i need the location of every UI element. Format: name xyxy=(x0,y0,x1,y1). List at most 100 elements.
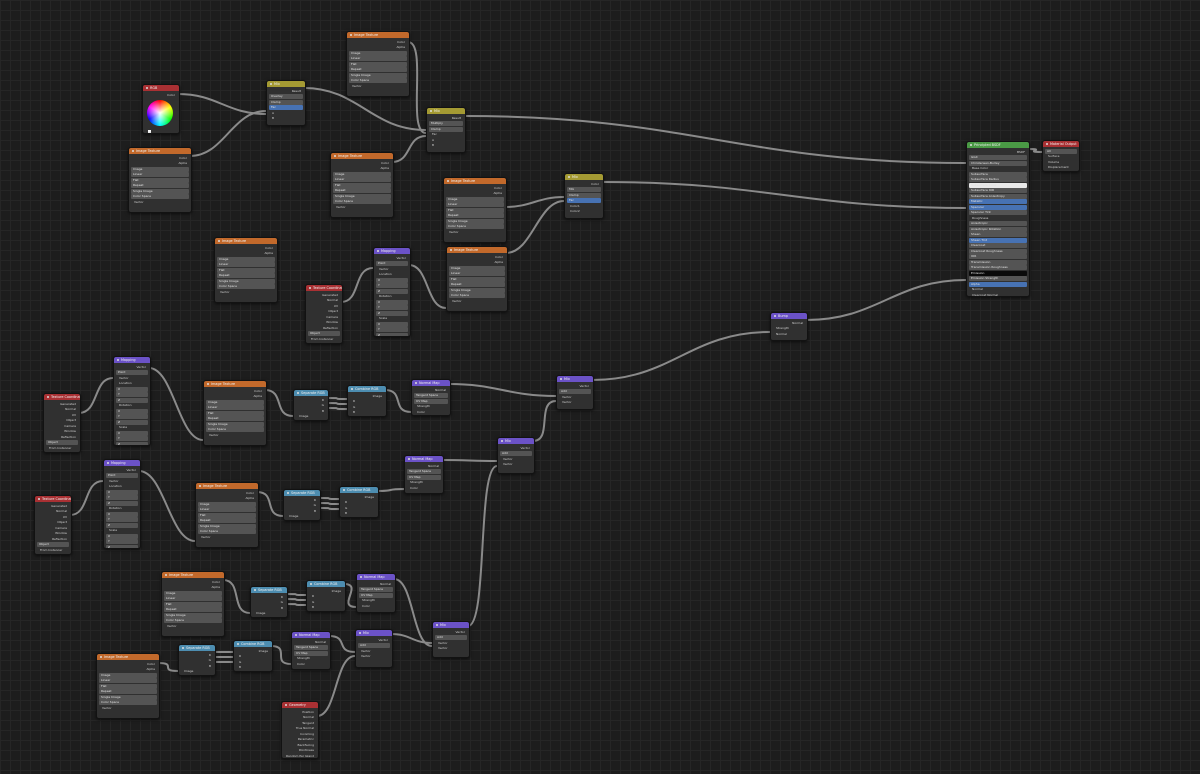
node-field[interactable]: Point xyxy=(376,261,408,266)
node-field[interactable]: Clearcoat Roughness xyxy=(969,248,1027,254)
node-field[interactable]: Flat xyxy=(217,267,275,273)
node-vmix4[interactable]: Mix Vector Add Vector Vector xyxy=(355,629,393,668)
node-sep1[interactable]: Separate RGB R G B Image xyxy=(293,389,329,421)
node-field[interactable]: Tangent Space xyxy=(294,645,328,650)
node-field[interactable]: X xyxy=(106,489,138,495)
node-field[interactable]: Multiply xyxy=(429,121,463,126)
node-link[interactable] xyxy=(601,181,967,209)
node-sep4[interactable]: Separate RGB R G B Image xyxy=(178,644,216,676)
node-field[interactable]: Linear xyxy=(333,177,391,182)
node-link[interactable] xyxy=(1027,148,1043,153)
node-header[interactable]: Texture Coordinate xyxy=(35,496,71,502)
node-field[interactable]: Single Image xyxy=(198,523,256,529)
node-link[interactable] xyxy=(393,578,433,647)
node-img_t3[interactable]: Image Texture Color Alpha Image Linear Flat Re… xyxy=(330,152,394,218)
node-img_t7[interactable]: Image Texture Color Alpha Image Linear Flat Re… xyxy=(203,380,267,446)
node-field[interactable]: Color Space xyxy=(206,427,264,432)
collapse-icon[interactable] xyxy=(107,462,109,464)
collapse-icon[interactable] xyxy=(287,492,289,494)
node-field[interactable]: Anisotropic xyxy=(969,221,1027,226)
node-field[interactable]: Repeat xyxy=(198,518,256,523)
node-link[interactable] xyxy=(407,41,427,134)
collapse-icon[interactable] xyxy=(254,589,256,591)
collapse-icon[interactable] xyxy=(237,643,239,645)
node-header[interactable]: Separate RGB xyxy=(179,645,215,651)
node-field[interactable]: Y xyxy=(376,305,408,310)
collapse-icon[interactable] xyxy=(285,704,287,706)
node-field[interactable]: Christensen-Burley xyxy=(969,160,1027,166)
node-field[interactable]: GGX xyxy=(969,155,1027,160)
node-field[interactable]: Z xyxy=(376,310,408,316)
node-nmap3[interactable]: Normal Map Normal Tangent Space UV Map Stren… xyxy=(356,573,396,613)
node-field[interactable]: Image xyxy=(349,50,407,56)
node-link[interactable] xyxy=(138,470,196,542)
collapse-icon[interactable] xyxy=(199,485,201,487)
node-link[interactable] xyxy=(391,135,427,163)
node-field[interactable]: Color Space xyxy=(198,529,256,534)
node-field[interactable]: UV Map xyxy=(294,650,328,656)
node-field[interactable]: Subsurface Color xyxy=(969,182,1027,188)
node-mix2[interactable]: Mix Result Multiply Clamp Fac A B xyxy=(426,107,466,153)
node-link[interactable] xyxy=(189,110,267,157)
node-field[interactable]: Add xyxy=(358,643,390,648)
node-sep2[interactable]: Separate RGB R G B Image xyxy=(283,489,321,521)
node-field[interactable]: Specular Tint xyxy=(969,210,1027,215)
node-field[interactable]: Metallic xyxy=(969,199,1027,204)
node-field[interactable]: Color Space xyxy=(446,224,504,229)
node-field[interactable]: Y xyxy=(116,392,148,397)
node-field[interactable]: Y xyxy=(106,495,138,500)
node-nmap2[interactable]: Normal Map Normal Tangent Space UV Map Stren… xyxy=(404,455,444,494)
node-sep3[interactable]: Separate RGB R G B Image xyxy=(250,586,288,618)
node-geom[interactable]: Geometry Position Normal Tangent True Normal… xyxy=(281,701,319,759)
collapse-icon[interactable] xyxy=(117,359,119,361)
node-cmb1[interactable]: Combine RGB Image R G B xyxy=(347,385,387,417)
collapse-icon[interactable] xyxy=(334,155,336,157)
node-field[interactable]: Z xyxy=(116,419,148,425)
node-field[interactable]: Color Space xyxy=(449,293,505,298)
node-img_t5[interactable]: Image Texture Color Alpha Image Linear Flat Re… xyxy=(214,237,278,303)
node-field[interactable]: Emission xyxy=(969,270,1027,276)
node-field[interactable]: Object xyxy=(308,331,340,336)
node-field[interactable]: Linear xyxy=(164,596,222,601)
node-link[interactable] xyxy=(326,402,348,405)
node-field[interactable]: Flat xyxy=(446,207,504,213)
node-cmb3[interactable]: Combine RGB Image R G B xyxy=(306,580,346,612)
node-field[interactable]: X xyxy=(116,386,148,392)
node-img_t8[interactable]: Image Texture Color Alpha Image Linear Flat Re… xyxy=(195,482,259,548)
node-link[interactable] xyxy=(285,598,307,601)
node-field[interactable]: Single Image xyxy=(333,193,391,199)
node-link[interactable] xyxy=(376,488,405,492)
node-field[interactable]: Single Image xyxy=(164,612,222,618)
node-field[interactable]: Flat xyxy=(349,61,407,67)
node-link[interactable] xyxy=(148,367,204,441)
node-field[interactable]: Add xyxy=(559,389,591,394)
node-link[interactable] xyxy=(467,465,498,627)
node-field[interactable]: Transmission xyxy=(969,259,1027,265)
node-field[interactable]: Image xyxy=(446,196,504,202)
node-vmix3[interactable]: Mix Vector Add Vector Vector xyxy=(432,621,470,658)
node-link[interactable] xyxy=(326,397,348,400)
node-link[interactable] xyxy=(270,645,292,665)
color-wheel-icon[interactable] xyxy=(147,100,173,126)
node-field[interactable]: Z xyxy=(106,544,138,548)
node-field[interactable]: Y xyxy=(106,539,138,544)
node-map3[interactable]: Mapping Vector Point Vector Location X Y Z Rotat… xyxy=(103,459,141,549)
collapse-icon[interactable] xyxy=(377,250,379,252)
node-field[interactable]: X xyxy=(106,511,138,517)
node-field[interactable]: Single Image xyxy=(446,218,504,224)
node-field[interactable]: Tangent Space xyxy=(407,469,441,474)
node-field[interactable]: Z xyxy=(106,500,138,506)
collapse-icon[interactable] xyxy=(415,382,417,384)
node-field[interactable]: Tangent Space xyxy=(414,393,448,398)
node-field[interactable]: Image xyxy=(131,166,189,172)
node-field[interactable]: Object xyxy=(46,440,78,445)
node-tc1[interactable]: Texture Coordinate Generated Normal UV Objec… xyxy=(305,284,343,344)
node-field[interactable]: Sheen Tint xyxy=(969,237,1027,243)
node-field[interactable]: Image xyxy=(99,672,157,678)
node-link[interactable] xyxy=(384,389,412,413)
node-field[interactable]: Image xyxy=(217,256,275,262)
collapse-icon[interactable] xyxy=(560,378,562,380)
node-field[interactable]: Y xyxy=(376,283,408,288)
node-link[interactable] xyxy=(448,383,557,397)
collapse-icon[interactable] xyxy=(146,87,148,89)
